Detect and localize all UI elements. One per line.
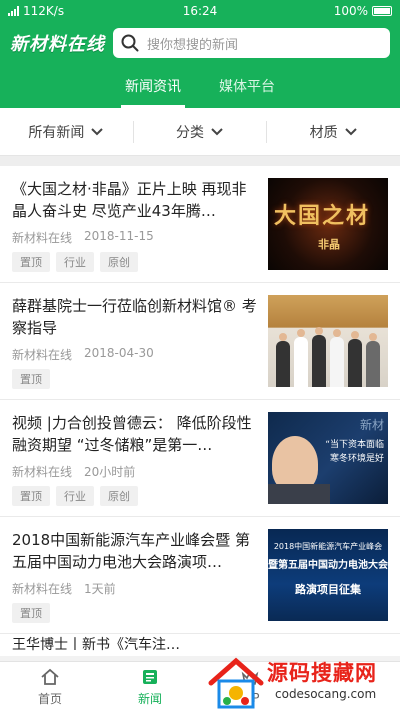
house-logo-icon bbox=[208, 657, 264, 709]
news-title: 《大国之材·非晶》正片上映 再现非晶人奋斗史 尽览产业43年腾… bbox=[12, 180, 247, 220]
search-icon bbox=[121, 34, 139, 52]
watermark-overlay: 源码搜藏网 codesocang.com bbox=[205, 653, 400, 711]
news-title: 2018中国新能源汽车产业峰会暨 第五届中国动力电池大会路演项… bbox=[12, 531, 250, 571]
news-source: 新材料在线 bbox=[12, 230, 73, 245]
top-tabs: 新闻资讯 媒体平台 bbox=[0, 64, 400, 108]
divider bbox=[0, 156, 400, 166]
watermark-url: codesocang.com bbox=[275, 687, 377, 701]
filter-bar: 所有新闻 分类 材质 bbox=[0, 108, 400, 156]
tag-pinned: 置顶 bbox=[12, 486, 50, 506]
tag-pinned: 置顶 bbox=[12, 369, 50, 389]
chevron-down-icon bbox=[91, 127, 104, 135]
status-bar: 112K/s 16:24 100% bbox=[0, 0, 400, 22]
thumbnail-caption-line: “当下资本面临 bbox=[325, 440, 384, 450]
news-title: 视频 |力合创投曾德云： 降低阶段性融资期望 “过冬储粮”是第一… bbox=[12, 414, 252, 454]
news-source: 新材料在线 bbox=[12, 581, 73, 596]
nav-home[interactable]: 首页 bbox=[0, 662, 100, 711]
news-item[interactable]: 《大国之材·非晶》正片上映 再现非晶人奋斗史 尽览产业43年腾… 新材料在线 2… bbox=[0, 166, 400, 283]
thumbnail-watermark-text: 新材 bbox=[359, 418, 384, 432]
news-thumbnail bbox=[268, 295, 388, 387]
news-source: 新材料在线 bbox=[12, 347, 73, 362]
tag-original: 原创 bbox=[100, 486, 138, 506]
thumbnail-subtitle-text: 非晶 bbox=[318, 238, 340, 251]
chevron-down-icon bbox=[344, 127, 357, 135]
person-figure bbox=[330, 329, 344, 387]
home-icon bbox=[41, 668, 59, 685]
news-title: 薛群基院士一行莅临创新材料馆® 考察指导 bbox=[12, 297, 257, 337]
watermark-title: 源码搜藏网 bbox=[267, 661, 377, 685]
tag-original: 原创 bbox=[100, 252, 138, 272]
tag-industry: 行业 bbox=[56, 486, 94, 506]
search-input[interactable]: 搜你想搜的新闻 bbox=[113, 28, 390, 58]
news-thumbnail: 2018中国新能源汽车产业峰会 暨第五届中国动力电池大会 路演项目征集 bbox=[268, 529, 388, 621]
thumbnail-caption-line: 寒冬环境是好 bbox=[329, 454, 384, 464]
filter-category[interactable]: 分类 bbox=[132, 120, 267, 143]
filter-material[interactable]: 材质 bbox=[266, 120, 400, 143]
person-shirt bbox=[268, 484, 330, 504]
news-item[interactable]: 视频 |力合创投曾德云： 降低阶段性融资期望 “过冬储粮”是第一… 新材料在线 … bbox=[0, 400, 400, 517]
person-figure bbox=[366, 333, 380, 387]
search-placeholder: 搜你想搜的新闻 bbox=[147, 37, 239, 53]
chevron-down-icon bbox=[211, 127, 223, 135]
tab-media[interactable]: 媒体平台 bbox=[215, 64, 279, 108]
filter-all-news[interactable]: 所有新闻 bbox=[0, 122, 133, 142]
tag-pinned: 置顶 bbox=[12, 252, 50, 272]
news-date: 2018-04-30 bbox=[84, 345, 154, 360]
news-thumbnail: 大国之材 非晶 bbox=[268, 178, 388, 270]
signal-icon bbox=[8, 6, 19, 16]
tag-pinned: 置顶 bbox=[12, 603, 50, 623]
news-date: 2018-11-15 bbox=[84, 228, 154, 243]
news-item[interactable]: 薛群基院士一行莅临创新材料馆® 考察指导 新材料在线 2018-04-30 置顶 bbox=[0, 283, 400, 400]
thumbnail-text-line: 2018中国新能源汽车产业峰会 bbox=[273, 542, 383, 551]
news-date: 20小时前 bbox=[84, 464, 136, 479]
news-date: 1天前 bbox=[84, 581, 116, 596]
battery-icon bbox=[372, 6, 392, 16]
app-logo: 新材料在线 bbox=[10, 34, 105, 55]
news-icon bbox=[143, 669, 157, 684]
battery-percent: 100% bbox=[333, 4, 368, 18]
news-item[interactable]: 2018中国新能源汽车产业峰会暨 第五届中国动力电池大会路演项… 新材料在线 1… bbox=[0, 517, 400, 634]
thumbnail-text-line: 路演项目征集 bbox=[295, 583, 361, 596]
nav-news[interactable]: 新闻 bbox=[100, 662, 200, 711]
thumbnail-text-line: 暨第五届中国动力电池大会 bbox=[268, 560, 388, 571]
network-speed: 112K/s bbox=[23, 4, 65, 18]
news-list: 《大国之材·非晶》正片上映 再现非晶人奋斗史 尽览产业43年腾… 新材料在线 2… bbox=[0, 166, 400, 656]
app-header: 新材料在线 搜你想搜的新闻 bbox=[0, 22, 400, 64]
person-figure bbox=[348, 331, 362, 387]
tag-industry: 行业 bbox=[56, 252, 94, 272]
news-thumbnail: 新材 “当下资本面临 寒冬环境是好 bbox=[268, 412, 388, 504]
person-figure bbox=[294, 329, 308, 387]
thumbnail-title-text: 大国之材 bbox=[274, 204, 371, 229]
person-figure bbox=[276, 333, 290, 387]
person-figure bbox=[312, 327, 326, 387]
news-source: 新材料在线 bbox=[12, 464, 73, 479]
tab-news[interactable]: 新闻资讯 bbox=[121, 64, 185, 108]
